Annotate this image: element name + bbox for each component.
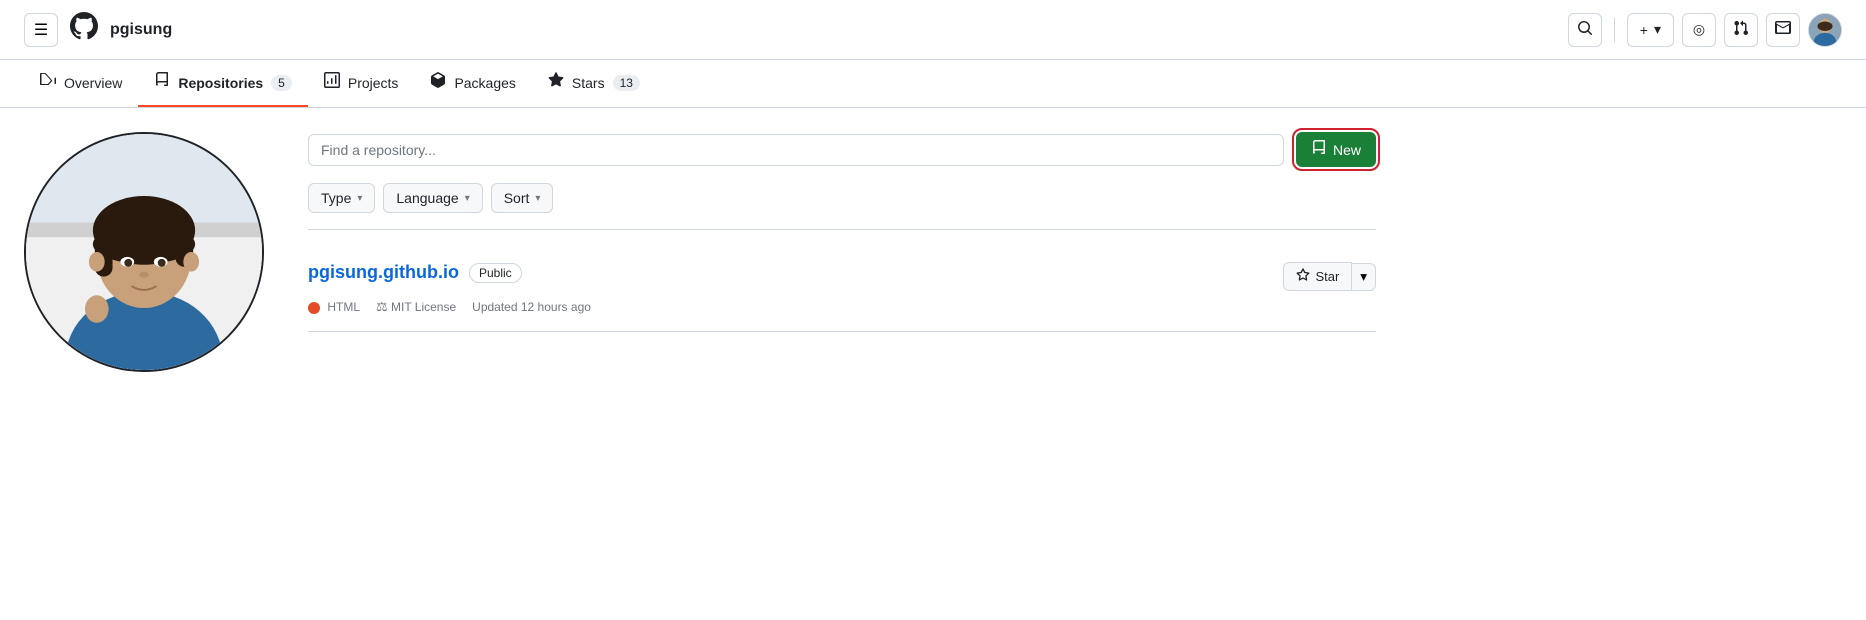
repo-name-row: pgisung.github.io Public: [308, 262, 522, 283]
create-button[interactable]: + ▾: [1627, 13, 1674, 47]
star-icon: [1296, 268, 1310, 285]
packages-icon: [430, 72, 446, 93]
github-logo[interactable]: [70, 12, 98, 47]
repo-meta: HTML ⚖ MIT License Updated 12 hours ago: [308, 299, 1376, 315]
search-wrapper: [308, 134, 1284, 166]
nav-username[interactable]: pgisung: [110, 21, 172, 39]
repos-controls: New: [308, 132, 1376, 167]
tab-overview[interactable]: Overview: [24, 60, 138, 107]
tab-packages-label: Packages: [454, 75, 515, 91]
language-color-dot: [308, 302, 320, 314]
new-repo-icon: [1311, 140, 1327, 159]
type-chevron-icon: ▾: [357, 193, 362, 204]
hamburger-icon: ☰: [34, 20, 48, 40]
star-dropdown-chevron-icon: ▾: [1360, 269, 1367, 285]
tab-packages[interactable]: Packages: [414, 60, 531, 107]
pull-request-icon: [1733, 20, 1749, 39]
nav-left: ☰ pgisung: [24, 12, 1552, 47]
repo-name-link[interactable]: pgisung.github.io: [308, 262, 459, 283]
repo-license: ⚖ MIT License: [376, 299, 456, 315]
language-chevron-icon: ▾: [465, 193, 470, 204]
repo-license-label: MIT License: [391, 300, 456, 314]
search-button[interactable]: [1568, 13, 1602, 47]
sort-filter-button[interactable]: Sort ▾: [491, 183, 554, 213]
repositories-icon: [154, 72, 170, 93]
profile-avatar-inner: [26, 134, 262, 370]
repositories-badge: 5: [271, 75, 292, 91]
inbox-button[interactable]: [1766, 13, 1800, 47]
type-filter-button[interactable]: Type ▾: [308, 183, 375, 213]
tab-repositories-label: Repositories: [178, 75, 263, 91]
inbox-icon: [1775, 20, 1791, 39]
new-repo-button[interactable]: New: [1296, 132, 1376, 167]
stars-icon: [548, 72, 564, 93]
sort-filter-label: Sort: [504, 190, 530, 206]
copilot-icon: ◎: [1693, 21, 1705, 38]
repo-language: HTML: [308, 300, 360, 314]
repo-search-input[interactable]: [308, 134, 1284, 166]
overview-icon: [40, 72, 56, 93]
type-filter-label: Type: [321, 190, 351, 206]
tab-projects-label: Projects: [348, 75, 399, 91]
pull-requests-button[interactable]: [1724, 13, 1758, 47]
star-button[interactable]: Star: [1283, 262, 1352, 291]
create-dropdown-icon: ▾: [1654, 21, 1661, 38]
repo-updated: Updated 12 hours ago: [472, 300, 591, 314]
new-repo-label: New: [1333, 142, 1361, 158]
visibility-badge: Public: [469, 263, 522, 283]
tab-overview-label: Overview: [64, 75, 122, 91]
star-dropdown-button[interactable]: ▾: [1352, 263, 1376, 291]
nav-right: + ▾ ◎: [1568, 13, 1842, 47]
user-avatar-button[interactable]: [1808, 13, 1842, 47]
main-content: New Type ▾ Language ▾ Sort ▾ pgisung.gi: [0, 108, 1400, 396]
repos-divider: [308, 229, 1376, 230]
profile-avatar: [24, 132, 264, 372]
hamburger-button[interactable]: ☰: [24, 13, 58, 47]
star-label: Star: [1315, 269, 1339, 284]
nav-divider: [1614, 18, 1615, 42]
profile-sidebar: [24, 132, 284, 372]
table-row: pgisung.github.io Public Star ▾: [308, 246, 1376, 332]
plus-icon: +: [1640, 22, 1648, 38]
repo-item-header: pgisung.github.io Public Star ▾: [308, 262, 1376, 291]
filter-row: Type ▾ Language ▾ Sort ▾: [308, 183, 1376, 213]
license-icon: ⚖: [376, 299, 388, 314]
stars-badge: 13: [613, 75, 640, 91]
tab-projects[interactable]: Projects: [308, 60, 415, 107]
search-icon: [1577, 20, 1593, 39]
avatar-image: [1809, 14, 1841, 46]
top-nav: ☰ pgisung + ▾ ◎: [0, 0, 1866, 60]
copilot-button[interactable]: ◎: [1682, 13, 1716, 47]
projects-icon: [324, 72, 340, 93]
tab-stars[interactable]: Stars 13: [532, 60, 656, 107]
language-filter-label: Language: [396, 190, 458, 206]
star-button-group: Star ▾: [1283, 262, 1376, 291]
repo-language-label: HTML: [327, 300, 360, 314]
repos-section: New Type ▾ Language ▾ Sort ▾ pgisung.gi: [308, 132, 1376, 372]
profile-tabs: Overview Repositories 5 Projects Package…: [0, 60, 1866, 108]
language-filter-button[interactable]: Language ▾: [383, 183, 482, 213]
tab-repositories[interactable]: Repositories 5: [138, 60, 308, 107]
tab-stars-label: Stars: [572, 75, 605, 91]
sort-chevron-icon: ▾: [535, 193, 540, 204]
